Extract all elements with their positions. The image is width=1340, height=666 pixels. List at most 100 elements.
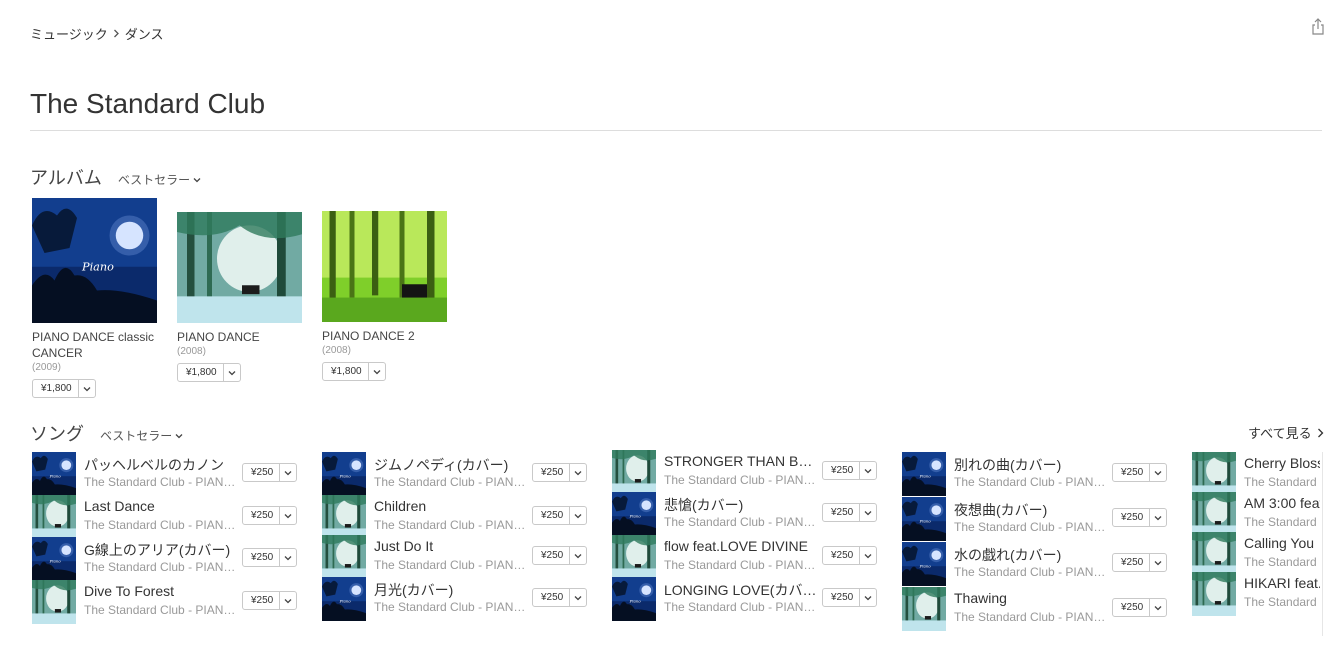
price-label[interactable]: ¥250 [823,462,861,479]
song-artist-album[interactable]: The Standard Club - PIANO DANCE classic … [374,475,529,489]
song-row[interactable]: Cherry Blossom The Standard Club - PIANO … [1192,452,1320,496]
price-label[interactable]: ¥1,800 [178,364,224,381]
song-row[interactable]: Piano パッヘルベルのカノン The Standard Club - PIANO… [32,452,308,496]
song-artist-album[interactable]: The Standard Club - PIANO DANCE [374,518,529,532]
song-title[interactable]: Thawing [954,590,1109,606]
price-label[interactable]: ¥250 [1113,509,1151,526]
song-artwork[interactable]: Piano [322,452,366,496]
song-price-button[interactable]: ¥250 [242,548,298,567]
song-artist-album[interactable]: The Standard Club - PIANO DANCE [664,558,819,572]
song-artwork[interactable] [612,450,656,494]
song-artist-album[interactable]: The Standard Club - PIANO DANCE [954,610,1109,624]
song-title[interactable]: Dive To Forest [84,583,239,599]
price-label[interactable]: ¥250 [823,504,861,521]
price-options-button[interactable] [1150,464,1166,481]
song-artist-album[interactable]: The Standard Club - PIANO DANCE [84,518,239,532]
price-options-button[interactable] [369,363,385,380]
price-label[interactable]: ¥250 [1113,554,1151,571]
price-options-button[interactable] [570,464,586,481]
song-title[interactable]: Children [374,498,529,514]
song-artwork[interactable] [612,535,656,579]
album-price-button[interactable]: ¥1,800 [322,362,386,381]
album-artwork[interactable]: Piano [32,198,157,323]
song-artwork[interactable]: Piano [902,497,946,541]
song-title[interactable]: LONGING LOVE(カバー) [664,580,819,600]
price-options-button[interactable] [1150,599,1166,616]
song-artwork[interactable]: Piano [902,542,946,586]
album-card[interactable]: PIANO DANCE 2 (2008) ¥1,800 [322,211,448,381]
song-artwork[interactable]: Piano [612,577,656,621]
song-title[interactable]: Cherry Blossom [1244,455,1320,471]
price-label[interactable]: ¥250 [243,464,281,481]
song-title[interactable]: HIKARI feat. [1244,575,1320,591]
song-row[interactable]: Piano 夜想曲(カバー)The Standard Club - PIANO D… [902,497,1178,541]
song-price-button[interactable]: ¥250 [242,591,298,610]
song-price-button[interactable]: ¥250 [242,463,298,482]
album-title[interactable]: PIANO DANCE 2 [322,328,448,344]
song-title[interactable]: 別れの曲(カバー) [954,455,1109,475]
song-artist-album[interactable]: The Standard Club - PIANO DANCE [84,603,239,617]
song-row[interactable]: Just Do It The Standard Club - PIANO DANC… [322,535,598,579]
price-options-button[interactable] [860,547,876,564]
song-artist-album[interactable]: The Standard Club - PIANO DANCE classic … [664,515,819,529]
song-artwork[interactable] [902,587,946,631]
song-artist-album[interactable]: The Standard Club - PIANO DANCE classic … [664,600,819,614]
song-artwork[interactable]: Piano [902,452,946,496]
album-price-button[interactable]: ¥1,800 [177,363,241,382]
song-row[interactable]: Piano G線上のアリア(カバー) The Standard Club - PIA… [32,537,308,581]
song-row[interactable]: Piano 水の戯れ(カバー) The Standard Club - PIANO … [902,542,1178,586]
song-artist-album[interactable]: The Standard Club - PIANO DANCE classic … [954,520,1109,534]
price-label[interactable]: ¥1,800 [323,363,369,380]
song-title[interactable]: Last Dance [84,498,239,514]
song-title[interactable]: 悲愴(カバー) [664,495,819,515]
song-artist-album[interactable]: The Standard Club - PIANO DANCE [1244,515,1320,529]
album-artwork[interactable] [322,211,447,322]
song-row[interactable]: Piano ジムノペディ(カバー) The Standard Club - PIAN… [322,452,598,496]
song-row[interactable]: Piano 悲愴(カバー)The Standard Club - PIANO DA… [612,492,888,536]
song-artwork[interactable]: Piano [32,537,76,581]
album-card[interactable]: Piano PIANO DANCE classic CANCER (2009) ¥1,… [32,198,158,398]
song-title[interactable]: ジムノペディ(カバー) [374,455,529,475]
price-label[interactable]: ¥250 [823,547,861,564]
song-price-button[interactable]: ¥250 [532,463,588,482]
song-row[interactable]: flow feat.LOVE DIVINE The Standard Club -… [612,535,888,579]
price-label[interactable]: ¥250 [1113,464,1151,481]
price-options-button[interactable] [570,507,586,524]
price-label[interactable]: ¥250 [243,592,281,609]
song-artist-album[interactable]: The Standard Club - PIANO DANCE [664,473,819,487]
album-card[interactable]: PIANO DANCE (2008) ¥1,800 [177,212,303,382]
song-price-button[interactable]: ¥250 [822,461,878,480]
song-title[interactable]: G線上のアリア(カバー) [84,540,239,560]
price-options-button[interactable] [224,364,240,381]
song-title[interactable]: STRONGER THAN BEFORE [664,453,819,469]
song-artwork[interactable] [32,580,76,624]
song-row[interactable]: HIKARI feat. The Standard Club - PIANO DA… [1192,572,1320,616]
price-options-button[interactable] [280,507,296,524]
share-icon[interactable] [1310,18,1326,36]
song-price-button[interactable]: ¥250 [242,506,298,525]
price-label[interactable]: ¥250 [533,464,571,481]
price-label[interactable]: ¥250 [1113,599,1151,616]
song-price-button[interactable]: ¥250 [1112,508,1168,527]
song-title[interactable]: Just Do It [374,538,529,554]
song-price-button[interactable]: ¥250 [532,506,588,525]
song-title[interactable]: flow feat.LOVE DIVINE [664,538,819,554]
song-row[interactable]: Piano 月光(カバー)The Standard Club - PIANO DA… [322,577,598,621]
price-options-button[interactable] [79,380,95,397]
song-artist-album[interactable]: The Standard Club - PIANO DANCE [1244,595,1320,609]
song-title[interactable]: Calling You [1244,535,1320,551]
song-artist-album[interactable]: The Standard Club - PIANO DANCE classic … [84,560,239,574]
song-artist-album[interactable]: The Standard Club - PIANO DANCE classic … [374,600,529,614]
song-row[interactable]: Piano LONGING LOVE(カバー) The Standard Club … [612,577,888,621]
album-price-button[interactable]: ¥1,800 [32,379,96,398]
song-title[interactable]: 月光(カバー) [374,580,529,600]
song-price-button[interactable]: ¥250 [822,588,878,607]
see-all-link[interactable]: すべて見る [1248,423,1324,442]
price-options-button[interactable] [570,589,586,606]
song-artwork[interactable]: Piano [32,452,76,496]
price-label[interactable]: ¥250 [243,549,281,566]
song-artwork[interactable] [32,495,76,539]
song-row[interactable]: Dive To Forest The Standard Club - PIANO … [32,580,308,624]
price-label[interactable]: ¥250 [533,589,571,606]
price-label[interactable]: ¥250 [243,507,281,524]
